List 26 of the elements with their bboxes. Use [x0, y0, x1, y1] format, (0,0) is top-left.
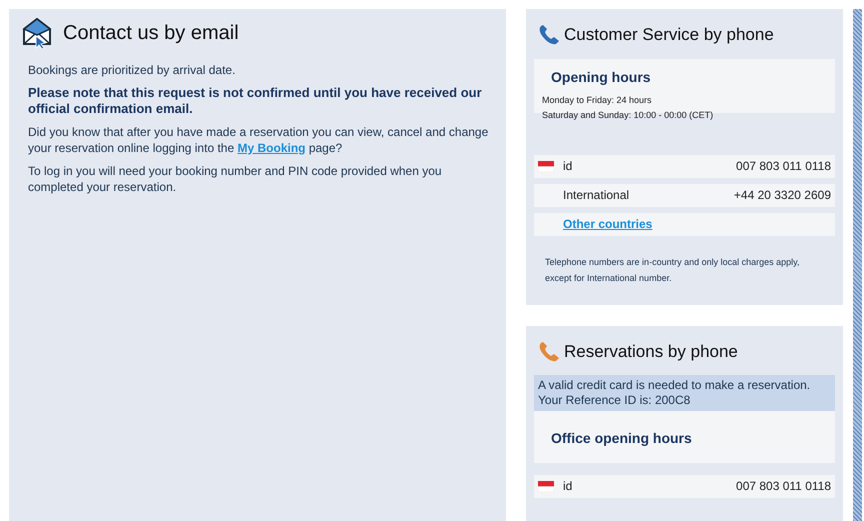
- flag-icon: [538, 160, 554, 172]
- phone-icon: [538, 340, 560, 363]
- info-text: To log in you will need your booking number and PIN code provided when you completed your reservation.: [28, 163, 443, 195]
- panel-title: Contact us by email: [63, 21, 239, 46]
- envelope-icon: [22, 17, 52, 49]
- hours-heading: Opening hours: [550, 68, 652, 87]
- confirmation-note: Please note that this request is not confirmed until you have received our official confirmation email.: [28, 85, 483, 117]
- info-text: Bookings are prioritized by arrival date.: [28, 62, 236, 78]
- hours-line: Monday to Friday: 24 hours: [542, 94, 653, 107]
- credit-card-notice: A valid credit card is needed to make a reservation. Your Reference ID is: 200C8: [534, 374, 835, 410]
- info-text: Did you know that after you have made a reservation you can view, cancel and change your reservation online logging into the My Booking page?: [28, 124, 490, 156]
- country-label: id: [563, 478, 572, 495]
- flag-icon: [538, 480, 554, 492]
- other-countries-link[interactable]: Other countries: [563, 215, 652, 233]
- card-title: Customer Service by phone: [564, 24, 774, 46]
- card-title: Reservations by phone: [564, 341, 738, 363]
- phone-icon: [538, 24, 560, 46]
- phone-number: 007 803 011 0118: [736, 158, 831, 175]
- footnote: Telephone numbers are in-country and only local charges apply, except for International number.: [544, 256, 800, 285]
- phone-number: 007 803 011 0118: [736, 478, 831, 495]
- country-label: International: [563, 187, 630, 204]
- country-label: id: [563, 158, 572, 175]
- my-booking-link[interactable]: My Booking: [237, 141, 306, 155]
- hours-line: Saturday and Sunday: 10:00 - 00:00 (CET): [542, 108, 714, 122]
- hours-heading: Office opening hours: [550, 428, 693, 448]
- phone-number: +44 20 3320 2609: [734, 187, 831, 204]
